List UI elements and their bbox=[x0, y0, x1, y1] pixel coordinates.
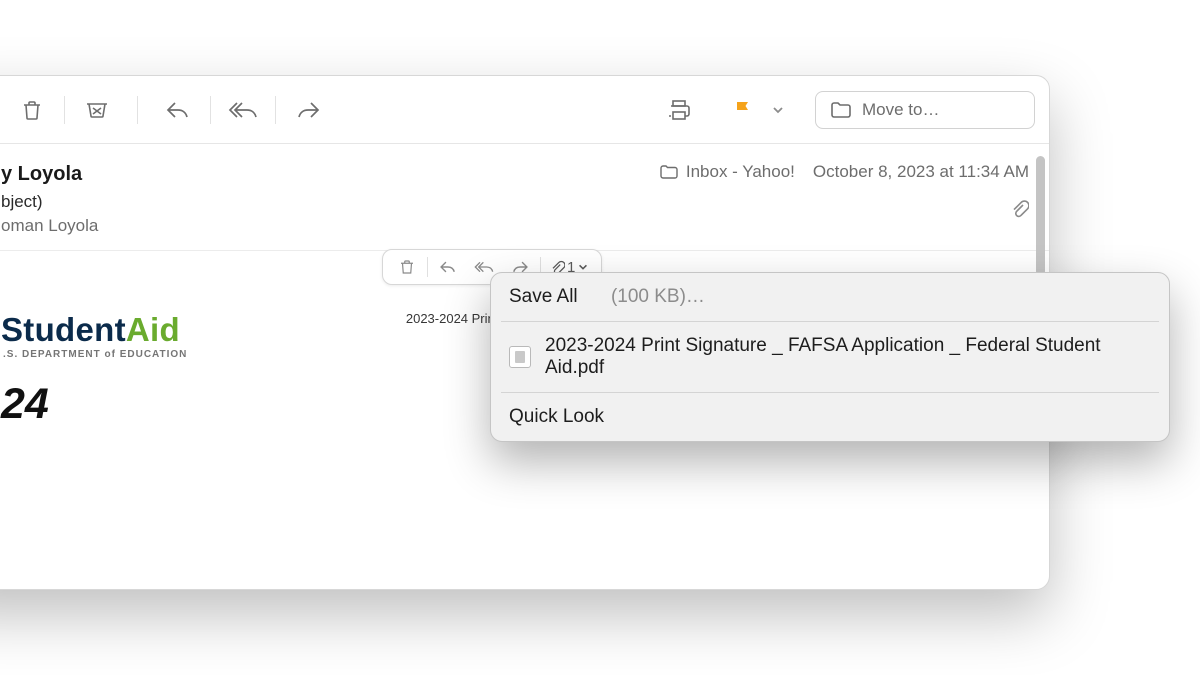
message-date: October 8, 2023 at 11:34 AM bbox=[813, 162, 1029, 182]
main-toolbar: Move to… bbox=[0, 76, 1049, 144]
from-name: y Loyola bbox=[1, 163, 82, 186]
message-header: y Loyola Inbox - Yahoo! October 8, 2023 … bbox=[0, 144, 1049, 251]
attachment-indicator-icon[interactable] bbox=[1009, 198, 1029, 218]
flag-control[interactable] bbox=[723, 99, 793, 121]
mailbox-name: Inbox - Yahoo! bbox=[686, 162, 795, 182]
attachment-dropdown: Save All (100 KB)… 2023-2024 Print Signa… bbox=[490, 272, 1170, 442]
quick-look-item[interactable]: Quick Look bbox=[491, 393, 1169, 441]
quick-look-label: Quick Look bbox=[509, 406, 604, 428]
attachment-filename: 2023-2024 Print Signature _ FAFSA Applic… bbox=[545, 335, 1151, 379]
reply-button[interactable] bbox=[152, 89, 204, 131]
toolbar-separator bbox=[210, 96, 211, 124]
move-to-button[interactable]: Move to… bbox=[815, 91, 1035, 129]
toolbar-separator bbox=[275, 96, 276, 124]
move-to-label: Move to… bbox=[862, 100, 939, 120]
to-line: oman Loyola bbox=[1, 216, 1029, 236]
save-all-label: Save All bbox=[509, 286, 578, 308]
toolbar-separator bbox=[64, 96, 65, 124]
document-icon bbox=[509, 346, 531, 368]
mini-reply-button[interactable] bbox=[430, 253, 466, 281]
mini-trash-button[interactable] bbox=[389, 253, 425, 281]
folder-icon bbox=[830, 100, 852, 120]
junk-button[interactable] bbox=[71, 89, 123, 131]
toolbar-separator bbox=[137, 96, 138, 124]
flag-icon bbox=[723, 99, 763, 121]
logo-word-student: Student bbox=[1, 311, 126, 349]
chevron-down-icon[interactable] bbox=[763, 103, 793, 117]
subject-line: bject) bbox=[1, 192, 1029, 212]
logo-word-aid: Aid bbox=[126, 311, 180, 349]
scrollbar[interactable] bbox=[1036, 156, 1045, 276]
trash-button[interactable] bbox=[6, 89, 58, 131]
logo-subtitle: .S. DEPARTMENT of EDUCATION bbox=[3, 349, 187, 360]
save-all-item[interactable]: Save All (100 KB)… bbox=[491, 273, 1169, 321]
save-all-size: (100 KB)… bbox=[611, 286, 705, 308]
mailbox-indicator[interactable]: Inbox - Yahoo! bbox=[660, 162, 795, 182]
forward-button[interactable] bbox=[282, 89, 334, 131]
attachment-item[interactable]: 2023-2024 Print Signature _ FAFSA Applic… bbox=[491, 322, 1169, 392]
print-button[interactable] bbox=[653, 89, 705, 131]
reply-all-button[interactable] bbox=[217, 89, 269, 131]
